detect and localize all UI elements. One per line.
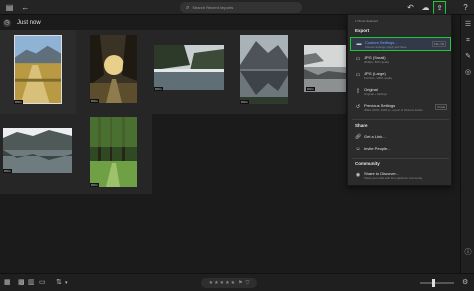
shortcut-badge: Ctrl+E — [435, 104, 447, 110]
jpg-large-icon: ▭ — [355, 72, 361, 78]
thumbnail-size-slider[interactable] — [420, 279, 454, 287]
export-heading: Export — [355, 28, 370, 33]
search-icon: ⌕ — [186, 4, 190, 11]
file-type-badge: DNG — [90, 99, 99, 103]
jpg-small-icon: ▭ — [355, 56, 361, 62]
file-type-badge: DNG — [3, 169, 12, 173]
photo-cell-road-field[interactable]: DNG — [0, 30, 76, 114]
original-icon: ▯ — [356, 88, 360, 94]
flag-icon[interactable]: ⚑ — [238, 280, 242, 286]
help-icon[interactable]: ? — [460, 2, 471, 13]
item-subtitle: Share your edits with the Lightroom comm… — [364, 176, 423, 180]
export-custom-settings[interactable]: ▬ Custom Settings... Choose Settings, Ap… — [350, 37, 451, 51]
back-arrow-icon[interactable]: ← — [20, 2, 31, 13]
item-title: Get a Link... — [364, 134, 386, 139]
share-export-icon: ⇪ — [436, 5, 443, 12]
star-icon[interactable]: ★ — [225, 280, 229, 286]
star-icon[interactable]: ★ — [231, 280, 235, 286]
section-header: ◷ Just now — [0, 15, 340, 30]
share-get-link[interactable]: 🔗︎ Get a Link... — [350, 131, 451, 142]
settings-icon[interactable]: ⚙ — [462, 279, 468, 287]
share-invite-people[interactable]: ☺ Invite People... — [350, 143, 451, 154]
search-input[interactable]: ⌕ Search Recent Imports — [180, 2, 302, 13]
community-share-discover[interactable]: ◉ Share to Discover... Share your edits … — [350, 169, 451, 183]
export-button[interactable]: ⇪ — [433, 1, 446, 15]
discover-icon: ◉ — [355, 172, 361, 178]
single-view-icon[interactable]: ▭ — [39, 279, 46, 287]
sort-dropdown-chevron-icon[interactable]: ▾ — [65, 279, 68, 287]
edit-sliders-icon[interactable]: ☰ — [464, 21, 472, 29]
star-icon[interactable]: ★ — [209, 280, 213, 286]
photo-cell-mountain-lake[interactable]: DNG — [228, 30, 304, 114]
cloud-sync-icon[interactable]: ☁ — [420, 2, 431, 13]
reject-flag-icon[interactable]: ⛉ — [246, 280, 250, 286]
community-heading: Community — [355, 161, 380, 166]
slider-handle[interactable] — [432, 279, 435, 287]
export-jpg-large[interactable]: ▭ JPG (Large) Full Size, 100% quality — [350, 69, 451, 83]
item-subtitle: Choose Settings, Apply and Save — [365, 45, 407, 49]
photo-thumbnail[interactable] — [14, 35, 62, 104]
panel-toggle-icon[interactable]: ▤ — [4, 2, 15, 13]
square-grid-icon[interactable]: ▩ — [18, 279, 25, 287]
photo-thumbnail[interactable] — [240, 35, 288, 104]
file-type-badge: DNG — [154, 87, 163, 91]
export-previous-settings[interactable]: ↺ Previous Settings JPEG 100%, 2048 px, … — [350, 101, 451, 115]
photo-cell-snowy-lake[interactable]: DNG — [0, 114, 76, 194]
menu-divider — [352, 119, 449, 120]
export-jpg-small[interactable]: ▭ JPG (Small) 2048px, 80% quality — [350, 53, 451, 67]
file-type-badge: DNG — [14, 100, 23, 104]
star-icon[interactable]: ★ — [214, 280, 218, 286]
clock-icon: ◷ — [3, 18, 11, 27]
section-title: Just now — [17, 19, 41, 26]
grid-view-icon[interactable]: ▦ — [4, 279, 11, 287]
masking-icon[interactable]: ◎ — [464, 69, 472, 77]
item-subtitle: Full Size, 100% quality — [364, 76, 393, 80]
selection-count: 1 Photo Selected — [355, 19, 378, 23]
crop-icon[interactable]: ⌗ — [464, 37, 472, 45]
photo-cell-fog-reflection[interactable]: DNG — [304, 30, 346, 114]
photo-cell-misty-lake[interactable]: DNG — [152, 30, 228, 114]
item-subtitle: 2048px, 80% quality — [364, 60, 390, 64]
menu-divider — [352, 158, 449, 159]
item-subtitle: Original + Settings — [364, 92, 387, 96]
star-rating[interactable]: ★ ★ ★ ★ ★ ⚑ ⛉ — [201, 278, 257, 288]
file-type-badge: DNG — [306, 87, 315, 91]
lightroom-app: ▤ ← ⌕ Search Recent Imports ↶ ☁ ⇪ ? ◷ Ju… — [0, 0, 474, 291]
info-icon[interactable]: ⓘ — [464, 249, 472, 257]
healing-icon[interactable]: ✎ — [464, 53, 472, 61]
photo-thumbnail[interactable] — [154, 45, 224, 90]
export-menu: 1 Photo Selected Export ▬ Custom Setting… — [347, 14, 452, 186]
shortcut-badge: Ctrl+⇧E — [431, 41, 446, 47]
share-heading: Share — [355, 123, 368, 128]
star-icon[interactable]: ★ — [220, 280, 224, 286]
export-original[interactable]: ▯ Original Original + Settings — [350, 85, 451, 99]
sort-icon[interactable]: ⇅ — [56, 279, 62, 287]
invite-icon: ☺ — [355, 146, 361, 152]
previous-settings-icon: ↺ — [355, 104, 361, 110]
right-tool-strip: ☰ ⌗ ✎ ◎ ⓘ — [460, 15, 474, 273]
photo-thumbnail[interactable] — [90, 117, 137, 187]
photo-thumbnail[interactable] — [3, 128, 72, 173]
large-grid-icon[interactable]: ▥ — [28, 279, 35, 287]
bottom-bar: ▦ ▩ ▥ ▭ ⇅ ▾ ★ ★ ★ ★ ★ ⚑ ⛉ ⚙ — [0, 273, 474, 291]
custom-settings-icon: ▬ — [356, 41, 362, 47]
undo-icon[interactable]: ↶ — [405, 2, 416, 13]
file-type-badge: DNG — [240, 100, 249, 104]
item-subtitle: JPEG 100%, 2048 px, export to Pictures F… — [364, 108, 423, 112]
top-bar: ▤ ← ⌕ Search Recent Imports ↶ ☁ ⇪ ? — [0, 0, 474, 15]
photo-thumbnail[interactable] — [304, 45, 346, 92]
link-icon: 🔗︎ — [354, 134, 362, 140]
photo-cell-green-forest[interactable]: DNG — [76, 114, 152, 194]
photo-cell-forest-sunset[interactable]: DNG — [76, 30, 152, 114]
search-placeholder: Search Recent Imports — [192, 5, 234, 10]
item-title: Invite People... — [364, 146, 391, 151]
file-type-badge: DNG — [90, 183, 99, 187]
photo-thumbnail[interactable] — [90, 35, 137, 103]
